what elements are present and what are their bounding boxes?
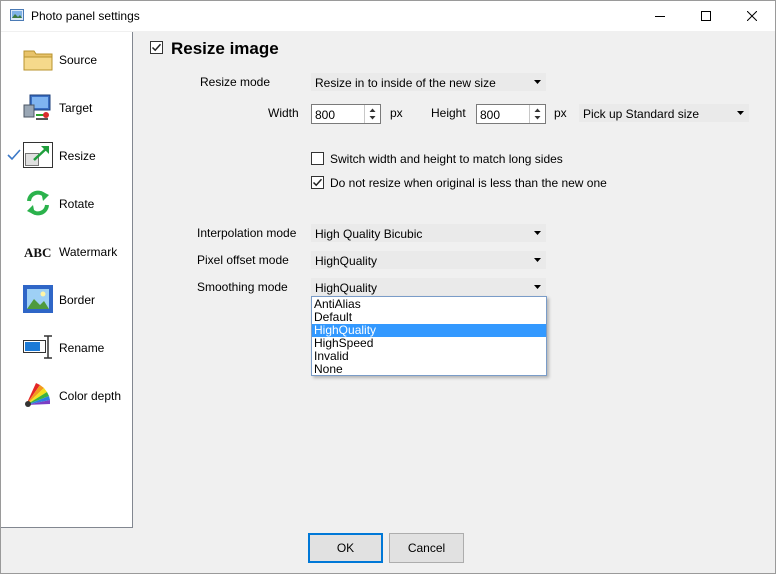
selected-check-icon xyxy=(7,149,21,164)
sidebar-item-resize[interactable]: Resize xyxy=(1,130,132,178)
abc-text-icon: ABC xyxy=(22,235,54,267)
section-title: Resize image xyxy=(171,39,279,58)
sidebar-item-label: Watermark xyxy=(59,245,118,259)
resize-mode-select[interactable]: Resize in to inside of the new size xyxy=(311,73,546,91)
sidebar-item-rotate[interactable]: Rotate xyxy=(1,178,132,226)
height-value: 800 xyxy=(480,108,501,122)
switch-sides-label: Switch width and height to match long si… xyxy=(330,152,563,166)
app-icon xyxy=(10,9,24,24)
checkmark-icon xyxy=(312,178,323,187)
title-bar: Photo panel settings xyxy=(1,1,775,31)
resize-image-checkbox[interactable] xyxy=(150,41,163,57)
minimize-icon xyxy=(655,16,665,17)
sidebar-item-watermark[interactable]: ABC Watermark xyxy=(1,226,132,274)
chevron-down-icon xyxy=(534,80,541,84)
chevron-down-icon xyxy=(534,285,541,289)
interpolation-mode-value: High Quality Bicubic xyxy=(315,227,423,241)
chevron-down-icon xyxy=(534,258,541,262)
sidebar-item-label: Source xyxy=(59,53,98,67)
sidebar-item-label: Color depth xyxy=(59,389,122,403)
interpolation-mode-label: Interpolation mode xyxy=(197,226,297,240)
sidebar-item-label: Rename xyxy=(59,341,105,355)
sidebar-item-label: Rotate xyxy=(59,197,95,211)
up-down-arrows-icon xyxy=(534,108,541,120)
resize-panel: Resize image Resize mode Resize in to in… xyxy=(133,32,775,527)
pixel-offset-mode-value: HighQuality xyxy=(315,254,378,268)
minimize-button[interactable] xyxy=(637,1,683,31)
sidebar: Source Target Resize Rotate ABC Watermar… xyxy=(1,32,133,528)
standard-size-select[interactable]: Pick up Standard size xyxy=(579,104,749,122)
maximize-icon xyxy=(701,11,711,21)
network-computer-icon xyxy=(22,91,54,123)
up-down-arrows-icon xyxy=(369,108,376,120)
close-button[interactable] xyxy=(729,1,775,31)
chevron-down-icon xyxy=(534,231,541,235)
sidebar-item-color-depth[interactable]: Color depth xyxy=(1,370,132,418)
height-spinbox[interactable]: 800 xyxy=(476,104,546,124)
width-label: Width xyxy=(268,106,299,120)
width-spinbox[interactable]: 800 xyxy=(311,104,381,124)
sidebar-item-rename[interactable]: Rename xyxy=(1,322,132,370)
rotate-arrows-icon xyxy=(22,187,54,219)
sidebar-item-label: Resize xyxy=(59,149,96,163)
resize-icon xyxy=(22,139,54,171)
sidebar-item-label: Border xyxy=(59,293,96,307)
maximize-button[interactable] xyxy=(683,1,729,31)
standard-size-value: Pick up Standard size xyxy=(583,107,700,121)
color-palette-icon xyxy=(22,379,54,411)
no-resize-smaller-label: Do not resize when original is less than… xyxy=(330,176,607,190)
smoothing-mode-dropdown-list: AntiAlias Default HighQuality HighSpeed … xyxy=(311,296,547,376)
close-icon xyxy=(747,11,757,21)
ok-button[interactable]: OK xyxy=(308,533,383,563)
smoothing-mode-value: HighQuality xyxy=(315,281,378,295)
smoothing-mode-select[interactable]: HighQuality xyxy=(311,278,546,296)
smoothing-option[interactable]: Invalid xyxy=(312,350,546,363)
framed-picture-icon xyxy=(22,283,54,315)
width-value: 800 xyxy=(315,108,336,122)
sidebar-item-label: Target xyxy=(59,101,93,115)
pixel-offset-mode-label: Pixel offset mode xyxy=(197,253,289,267)
sidebar-item-border[interactable]: Border xyxy=(1,274,132,322)
sidebar-item-target[interactable]: Target xyxy=(1,82,132,130)
text-cursor-icon xyxy=(22,331,54,363)
smoothing-mode-label: Smoothing mode xyxy=(197,280,288,294)
height-stepper[interactable] xyxy=(529,105,545,123)
switch-sides-checkbox[interactable] xyxy=(311,152,324,165)
resize-mode-value: Resize in to inside of the new size xyxy=(315,76,496,90)
sidebar-item-source[interactable]: Source xyxy=(1,34,132,82)
width-stepper[interactable] xyxy=(364,105,380,123)
cancel-button[interactable]: Cancel xyxy=(389,533,464,563)
chevron-down-icon xyxy=(737,111,744,115)
resize-mode-label: Resize mode xyxy=(200,75,271,89)
settings-window: Photo panel settings Source Target Resiz… xyxy=(0,0,776,574)
no-resize-smaller-checkbox[interactable] xyxy=(311,176,324,189)
dialog-footer: OK Cancel xyxy=(1,528,775,573)
pixel-offset-mode-select[interactable]: HighQuality xyxy=(311,251,546,269)
height-unit: px xyxy=(554,106,567,120)
smoothing-option[interactable]: None xyxy=(312,363,546,376)
width-unit: px xyxy=(390,106,403,120)
svg-text:ABC: ABC xyxy=(24,245,51,260)
window-title: Photo panel settings xyxy=(31,9,140,23)
height-label: Height xyxy=(431,106,466,120)
interpolation-mode-select[interactable]: High Quality Bicubic xyxy=(311,224,546,242)
checkbox-checked-icon xyxy=(150,41,163,54)
folder-icon xyxy=(22,43,54,75)
